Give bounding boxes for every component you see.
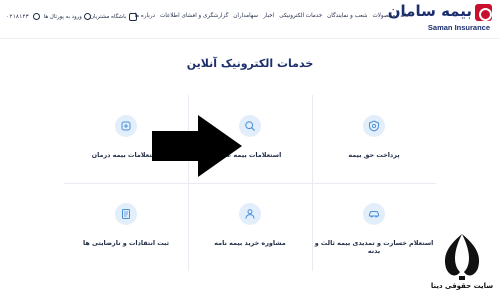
nav-item-home[interactable]: خانه — [400, 13, 410, 19]
service-label: مشاوره خرید بیمه نامه — [214, 239, 286, 247]
header-divider — [0, 38, 500, 39]
page-title: خدمات الکترونیک آنلاین — [186, 57, 314, 70]
service-card-car-claim-inquiry[interactable]: استعلام خسارت و تمدیدی بیمه ثالث و بدنه — [312, 183, 436, 271]
phone-icon — [32, 13, 40, 20]
phone-number[interactable]: ۰۲۱۸۱۴۳ — [6, 14, 29, 20]
portal-login-link[interactable]: ورود به پورتال ها — [44, 13, 91, 20]
car-icon — [363, 203, 385, 225]
nav-item-branches[interactable]: شعب و نمایندگان — [327, 13, 367, 19]
medical-plus-icon — [115, 115, 137, 137]
customer-club-link[interactable]: باشگاه مشتریان — [90, 13, 138, 21]
logo-mark-icon — [475, 4, 492, 21]
service-label: استعلام خسارت و تمدیدی بیمه ثالث و بدنه — [314, 239, 434, 255]
nav-item-shareholders[interactable]: سهامداران — [233, 13, 258, 19]
service-card-complaints[interactable]: ثبت انتقادات و نارضایتی ها — [64, 183, 188, 271]
search-icon — [239, 115, 261, 137]
nav-item-about[interactable]: درباره ما — [134, 13, 155, 19]
nav-item-e-services[interactable]: خدمات الکترونیکی — [279, 13, 322, 19]
complaint-icon — [115, 203, 137, 225]
club-label: باشگاه مشتریان — [90, 14, 127, 20]
consultant-icon — [239, 203, 261, 225]
service-card-purchase-consultation[interactable]: مشاوره خرید بیمه نامه — [188, 183, 312, 271]
club-icon — [129, 13, 138, 21]
logo-english-text: Saman Insurance — [427, 23, 490, 32]
dina-watermark: سایت حقوقی دینا — [428, 232, 496, 298]
services-grid: پرداخت حق بیمه استعلامات بیمه عمر استعلا… — [64, 95, 436, 271]
watermark-text: سایت حقوقی دینا — [430, 282, 494, 290]
service-label: ثبت انتقادات و نارضایتی ها — [82, 239, 170, 247]
nav-item-news[interactable]: اخبار — [263, 13, 274, 19]
portal-login-label: ورود به پورتال ها — [43, 13, 82, 20]
site-header: بیمه سامان Saman Insurance خانه محصولات … — [0, 0, 500, 38]
saman-logo[interactable]: بیمه سامان Saman Insurance — [388, 2, 492, 35]
scales-of-justice-icon — [444, 234, 480, 280]
shield-pay-icon — [363, 115, 385, 137]
nav-item-reports[interactable]: گزارشگری و افشای اطلاعات — [160, 13, 228, 19]
nav-item-products[interactable]: محصولات — [372, 13, 395, 19]
login-icon — [83, 13, 91, 20]
service-label: پرداخت حق بیمه — [348, 151, 400, 159]
main-nav: خانه محصولات شعب و نمایندگان خدمات الکتر… — [134, 13, 410, 19]
service-card-premium-payment[interactable]: پرداخت حق بیمه — [312, 95, 436, 183]
contact-bar: ۰۲۱۸۱۴۳ ورود به پورتال ها — [6, 13, 91, 20]
pointer-arrow-icon — [152, 115, 242, 177]
